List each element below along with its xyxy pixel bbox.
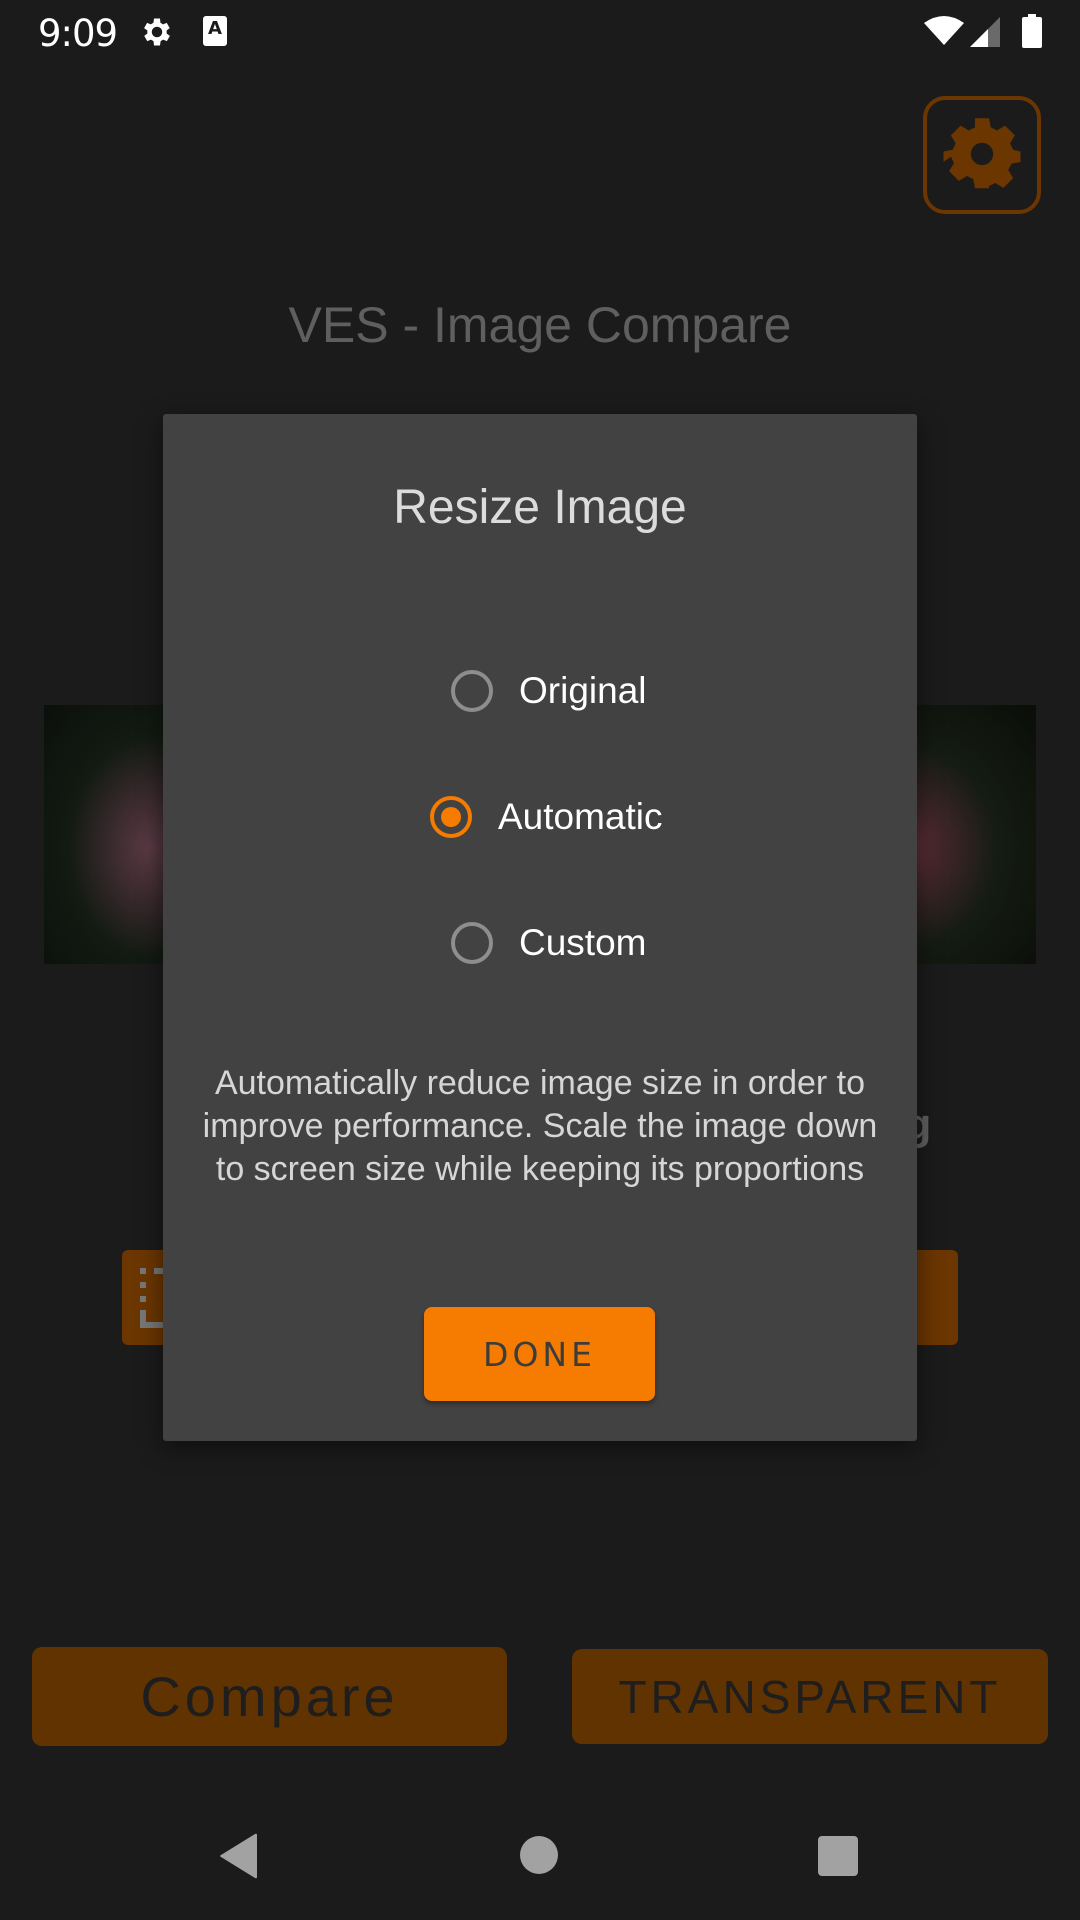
radio-label: Automatic <box>498 796 663 837</box>
compare-button[interactable]: Compare <box>32 1647 507 1746</box>
gear-icon <box>943 118 1021 189</box>
radio-button-unchecked-icon[interactable] <box>451 670 493 712</box>
nav-home-button[interactable] <box>520 1836 558 1874</box>
resize-image-dialog: Resize Image Original Automatic Custom A… <box>163 414 917 1441</box>
radio-option-original[interactable]: Original <box>451 670 647 712</box>
signal-icon <box>970 17 1000 47</box>
radio-option-custom[interactable]: Custom <box>451 922 646 964</box>
status-time: 9:09 <box>38 12 118 55</box>
radio-option-automatic[interactable]: Automatic <box>430 796 663 838</box>
settings-button[interactable] <box>923 96 1041 214</box>
dialog-title: Resize Image <box>393 481 687 534</box>
wifi-icon <box>924 16 964 45</box>
option-description: Automatically reduce image size in order… <box>202 1064 878 1188</box>
done-button[interactable]: DONE <box>424 1307 655 1401</box>
transparent-button[interactable]: TRANSPARENT <box>572 1649 1048 1744</box>
nav-recents-button[interactable] <box>818 1836 858 1876</box>
app-title: VES - Image Compare <box>288 297 792 353</box>
radio-button-checked-icon[interactable] <box>430 796 472 838</box>
nav-back-button[interactable] <box>219 1833 259 1879</box>
keyboard-a-icon: A <box>203 16 227 46</box>
gear-icon <box>144 18 170 46</box>
radio-label: Custom <box>519 922 647 963</box>
battery-icon <box>1022 14 1042 48</box>
right-image-preview[interactable] <box>896 705 1036 964</box>
radio-button-unchecked-icon[interactable] <box>451 922 493 964</box>
radio-label: Original <box>519 670 647 711</box>
